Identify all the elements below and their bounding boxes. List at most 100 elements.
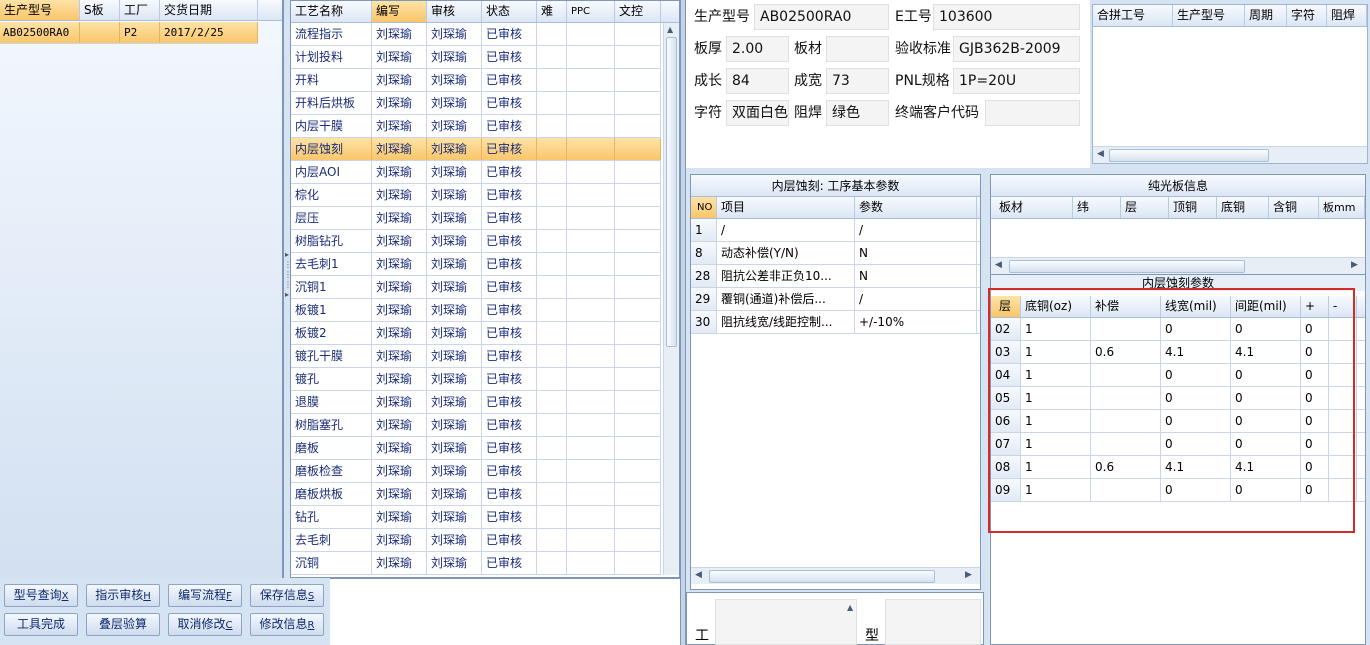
field-pnl-value[interactable]: 1P=20U <box>953 68 1080 94</box>
scroll-left-icon[interactable]: ◀ <box>695 570 702 580</box>
col-header-layer[interactable]: 层 <box>991 296 1021 317</box>
process-row[interactable]: 内层蚀刻 刘琛瑜 刘琛瑜 已审核 <box>291 138 661 161</box>
col-header-weft[interactable]: 纬 <box>1073 197 1121 218</box>
field-solder-mask[interactable]: 绿色 <box>826 100 889 126</box>
etch-row[interactable]: 06 1 0 0 0 <box>991 410 1365 433</box>
col-header-merge-no[interactable]: 合拼工号 <box>1093 5 1173 26</box>
scroll-thumb[interactable] <box>666 37 677 347</box>
scroll-left-icon[interactable]: ◀ <box>995 260 1002 270</box>
process-row[interactable]: 开料后烘板 刘琛瑜 刘琛瑜 已审核 <box>291 92 661 115</box>
col-header-reviewer[interactable]: 审核 <box>427 1 482 22</box>
col-header-difficulty[interactable]: 难 <box>537 1 567 22</box>
process-row[interactable]: 镀孔干膜 刘琛瑜 刘琛瑜 已审核 <box>291 345 661 368</box>
scroll-up-icon[interactable]: ▲ <box>847 603 853 612</box>
process-row[interactable]: 钻孔 刘琛瑜 刘琛瑜 已审核 <box>291 506 661 529</box>
process-row[interactable]: 沉铜1 刘琛瑜 刘琛瑜 已审核 <box>291 276 661 299</box>
merge-hscroll[interactable]: ◀ <box>1093 146 1367 163</box>
etch-row[interactable]: 09 1 0 0 0 <box>991 479 1365 502</box>
process-row[interactable]: 板镀1 刘琛瑜 刘琛瑜 已审核 <box>291 299 661 322</box>
field-customer-code[interactable] <box>985 100 1080 126</box>
stackup-verify-button[interactable]: 叠层验算 <box>86 613 160 636</box>
col-header-merge-cycle[interactable]: 周期 <box>1245 5 1287 26</box>
col-header-plus[interactable]: + <box>1301 296 1329 317</box>
scroll-left-icon[interactable]: ◀ <box>1097 149 1104 159</box>
param-row[interactable]: 8 动态补偿(Y/N) N <box>691 242 980 265</box>
col-header-top-copper[interactable]: 顶铜 <box>1169 197 1217 218</box>
col-header-model[interactable]: 生产型号 <box>0 0 80 20</box>
param-row[interactable]: 30 阻抗线宽/线距控制... +/-10% <box>691 311 980 334</box>
process-row[interactable]: 内层AOI 刘琛瑜 刘琛瑜 已审核 <box>291 161 661 184</box>
product-row[interactable]: AB02500RA0 P2 2017/2/25 <box>0 22 258 44</box>
field-e-no[interactable]: 103600 <box>933 4 1080 30</box>
col-header-base-copper[interactable]: 底铜(oz) <box>1021 296 1091 317</box>
etch-row[interactable]: 04 1 0 0 0 <box>991 364 1365 387</box>
col-header-s-board[interactable]: S板 <box>80 0 120 20</box>
param-row[interactable]: 1// <box>691 219 980 242</box>
etch-row[interactable]: 08 1 0.6 4.1 4.1 0 <box>991 456 1365 479</box>
col-header-spacing[interactable]: 间距(mil) <box>1231 296 1301 317</box>
edit-flow-button[interactable]: 编写流程F <box>168 584 242 607</box>
process-row[interactable]: 树脂钻孔 刘琛瑜 刘琛瑜 已审核 <box>291 230 661 253</box>
process-row[interactable]: 镀孔 刘琛瑜 刘琛瑜 已审核 <box>291 368 661 391</box>
etch-row[interactable]: 02 1 0 0 0 <box>991 318 1365 341</box>
col-header-writer[interactable]: 编写 <box>372 1 427 22</box>
param-row[interactable]: 29 覆铜(通道)补偿后... / <box>691 288 980 311</box>
scroll-thumb[interactable] <box>709 570 935 583</box>
col-header-ppc[interactable]: PPC <box>567 1 615 22</box>
process-row[interactable]: 沉铜 刘琛瑜 刘琛瑜 已审核 <box>291 552 661 575</box>
col-header-item[interactable]: 项目 <box>717 197 855 218</box>
col-header-doc-control[interactable]: 文控 <box>615 1 661 22</box>
col-header-board-mm[interactable]: 板mm <box>1319 197 1365 218</box>
etch-row[interactable]: 07 1 0 0 0 <box>991 433 1365 456</box>
col-header-line-width[interactable]: 线宽(mil) <box>1161 296 1231 317</box>
process-row[interactable]: 层压 刘琛瑜 刘琛瑜 已审核 <box>291 207 661 230</box>
cancel-edit-button[interactable]: 取消修改C <box>168 613 242 636</box>
col-header-no[interactable]: NO <box>691 197 717 218</box>
bare-board-hscroll[interactable]: ◀ ▶ <box>991 257 1365 274</box>
process-row[interactable]: 开料 刘琛瑜 刘琛瑜 已审核 <box>291 69 661 92</box>
col-header-layer[interactable]: 层 <box>1121 197 1169 218</box>
field-character[interactable]: 双面白色 <box>726 100 789 126</box>
col-header-bottom-copper[interactable]: 底铜 <box>1217 197 1269 218</box>
field-material[interactable] <box>826 36 889 62</box>
review-instruction-button[interactable]: 指示审核H <box>86 584 160 607</box>
process-row[interactable]: 磨板烘板 刘琛瑜 刘琛瑜 已审核 <box>291 483 661 506</box>
process-row[interactable]: 磨板 刘琛瑜 刘琛瑜 已审核 <box>291 437 661 460</box>
col-header-copper[interactable]: 含铜 <box>1269 197 1319 218</box>
field-thickness[interactable]: 2.00 <box>726 36 789 62</box>
scroll-up-icon[interactable]: ▲ <box>667 25 673 34</box>
field-gong[interactable] <box>715 599 857 645</box>
scroll-right-icon[interactable]: ▶ <box>1351 260 1358 270</box>
tool-complete-button[interactable]: 工具完成 <box>4 613 78 636</box>
field-standard[interactable]: GJB362B-2009 <box>953 36 1080 62</box>
field-xing[interactable] <box>885 599 981 645</box>
etch-row[interactable]: 03 1 0.6 4.1 4.1 0 <box>991 341 1365 364</box>
col-header-material[interactable]: 板材 <box>991 197 1073 218</box>
field-length[interactable]: 84 <box>726 68 789 94</box>
col-header-merge-mask[interactable]: 阻焊 <box>1327 5 1367 26</box>
col-header-merge-char[interactable]: 字符 <box>1287 5 1327 26</box>
process-row[interactable]: 棕化 刘琛瑜 刘琛瑜 已审核 <box>291 184 661 207</box>
process-row[interactable]: 内层干膜 刘琛瑜 刘琛瑜 已审核 <box>291 115 661 138</box>
col-header-process-name[interactable]: 工艺名称 <box>291 1 372 22</box>
modify-info-button[interactable]: 修改信息R <box>250 613 324 636</box>
params-hscroll[interactable]: ◀ ▶ <box>691 567 980 584</box>
process-row[interactable]: 去毛刺1 刘琛瑜 刘琛瑜 已审核 <box>291 253 661 276</box>
etch-row[interactable]: 05 1 0 0 0 <box>991 387 1365 410</box>
process-row[interactable]: 板镀2 刘琛瑜 刘琛瑜 已审核 <box>291 322 661 345</box>
scroll-thumb[interactable] <box>1109 149 1269 162</box>
process-row[interactable]: 去毛刺 刘琛瑜 刘琛瑜 已审核 <box>291 529 661 552</box>
process-row[interactable]: 退膜 刘琛瑜 刘琛瑜 已审核 <box>291 391 661 414</box>
process-row[interactable]: 磨板检查 刘琛瑜 刘琛瑜 已审核 <box>291 460 661 483</box>
param-row[interactable]: 28 阻抗公差非正负10... N <box>691 265 980 288</box>
col-header-minus[interactable]: - <box>1329 296 1357 317</box>
col-header-status[interactable]: 状态 <box>482 1 537 22</box>
scroll-right-icon[interactable]: ▶ <box>965 570 972 580</box>
field-width[interactable]: 73 <box>826 68 889 94</box>
col-header-param[interactable]: 参数 <box>855 197 977 218</box>
process-row[interactable]: 计划投料 刘琛瑜 刘琛瑜 已审核 <box>291 46 661 69</box>
col-header-compensation[interactable]: 补偿 <box>1091 296 1161 317</box>
query-model-button[interactable]: 型号查询X <box>4 584 78 607</box>
field-model[interactable]: AB02500RA0 <box>754 4 889 30</box>
col-header-merge-model[interactable]: 生产型号 <box>1173 5 1245 26</box>
